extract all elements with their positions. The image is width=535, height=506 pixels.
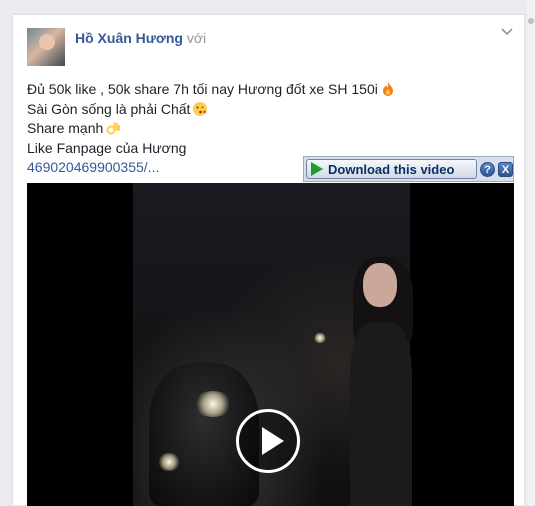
fire-icon [380, 81, 396, 97]
chevron-down-icon[interactable] [500, 27, 514, 37]
ok-hand-icon [105, 120, 121, 136]
close-button[interactable]: X [498, 161, 513, 177]
download-button-label: Download this video [328, 161, 455, 177]
post-card: Hồ Xuân Hương với Đủ 50k like , 50k shar… [12, 14, 525, 506]
download-toolbar: Download this video ? X [303, 156, 514, 182]
kissing-face-icon [192, 101, 208, 117]
post-header: Hồ Xuân Hương với [75, 30, 206, 46]
page-scrollbar[interactable] [527, 0, 535, 505]
with-text: với [186, 30, 207, 46]
help-button[interactable]: ? [480, 161, 495, 177]
author-name[interactable]: Hồ Xuân Hương [75, 30, 183, 46]
post-line-2: Sài Gòn sống là phải Chất [27, 100, 396, 120]
avatar[interactable] [27, 28, 65, 66]
post-line-3: Share mạnh [27, 119, 396, 139]
light-glow [157, 453, 181, 471]
play-icon[interactable] [236, 409, 300, 473]
person-figure [345, 257, 415, 506]
download-video-button[interactable]: Download this video [306, 159, 477, 179]
light-glow [313, 333, 327, 343]
video-player[interactable] [27, 183, 514, 506]
post-line-1: Đủ 50k like , 50k share 7h tối nay Hương… [27, 80, 396, 100]
download-arrow-icon [311, 162, 323, 176]
light-glow [193, 391, 233, 417]
scrollbar-thumb[interactable] [528, 18, 534, 24]
